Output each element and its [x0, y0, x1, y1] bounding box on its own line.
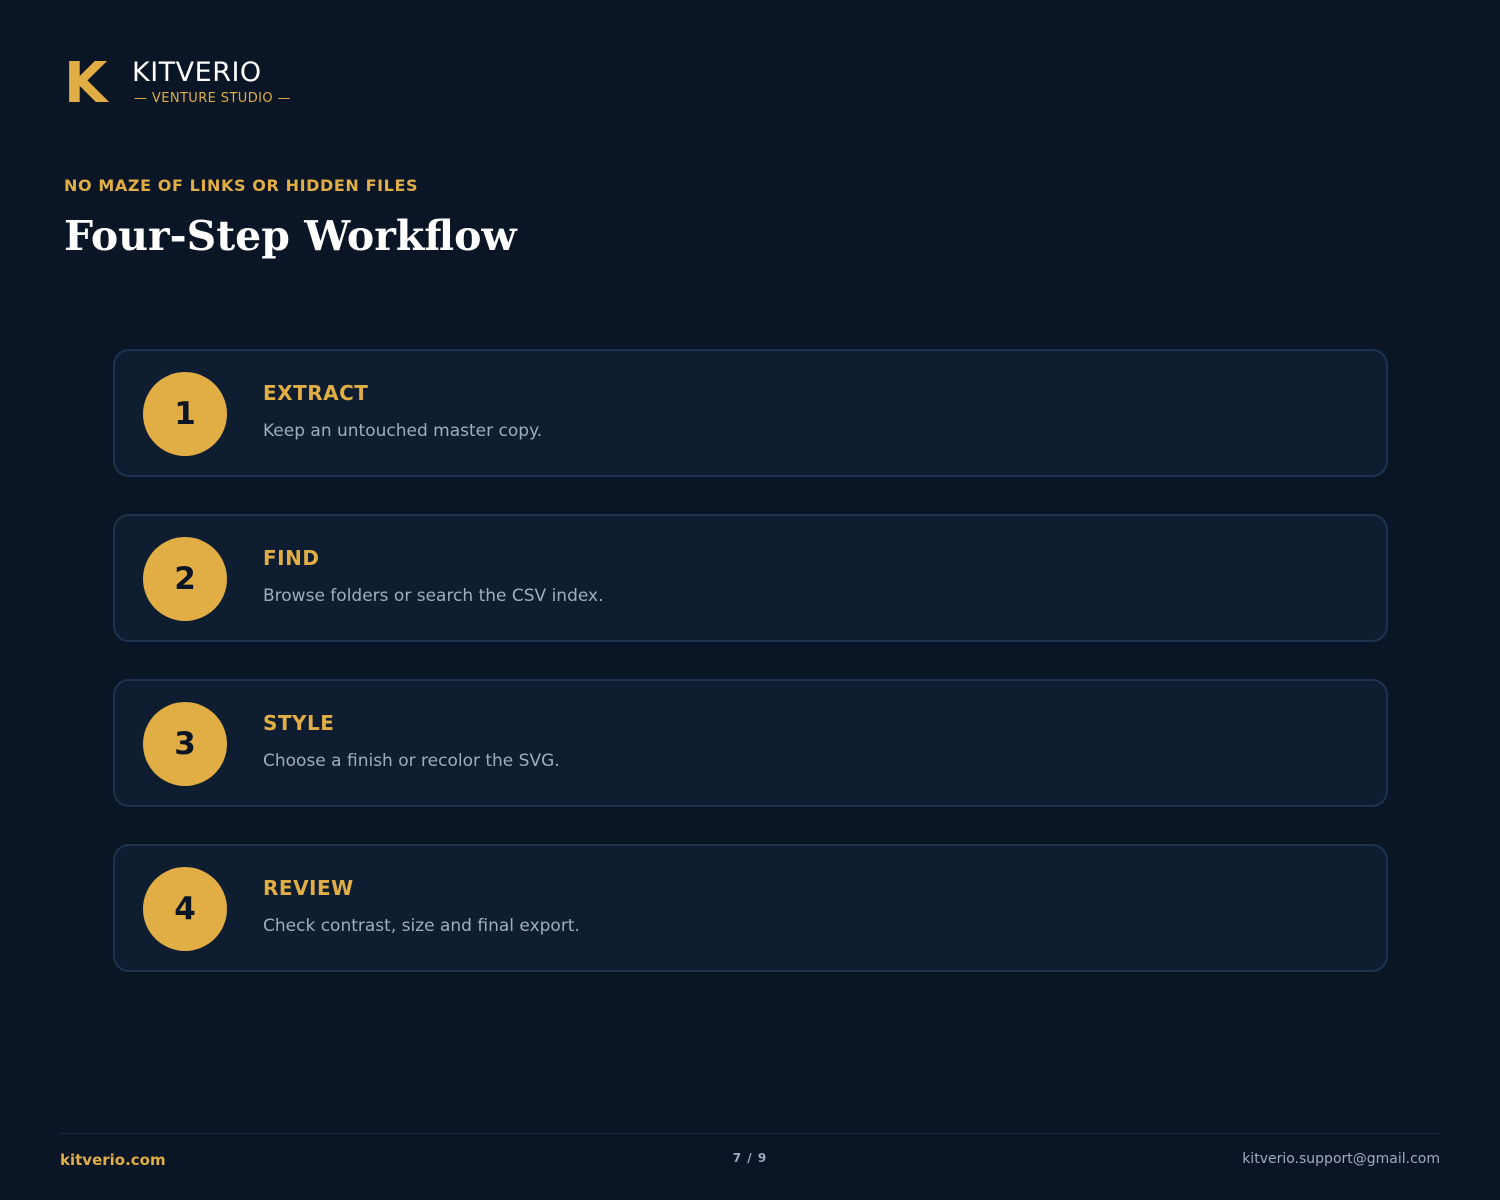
- step-title: FIND: [263, 546, 320, 570]
- step-number-badge: 3: [143, 702, 227, 786]
- step-card-4: 4 REVIEW Check contrast, size and final …: [113, 844, 1388, 972]
- step-description: Check contrast, size and final export.: [263, 916, 580, 936]
- footer-divider: [60, 1133, 1440, 1134]
- step-title: EXTRACT: [263, 381, 369, 405]
- step-number-badge: 4: [143, 867, 227, 951]
- brand-tagline: — VENTURE STUDIO —: [134, 91, 291, 106]
- footer-email-link[interactable]: kitverio.support@gmail.com: [1242, 1151, 1440, 1167]
- step-description: Keep an untouched master copy.: [263, 421, 543, 441]
- step-title: REVIEW: [263, 876, 354, 900]
- logo-text: KITVERIO — VENTURE STUDIO —: [132, 56, 291, 108]
- step-number-badge: 2: [143, 537, 227, 621]
- step-number-badge: 1: [143, 372, 227, 456]
- logo-k-icon: K: [64, 51, 108, 116]
- step-card-3: 3 STYLE Choose a finish or recolor the S…: [113, 679, 1388, 807]
- brand-logo: K KITVERIO — VENTURE STUDIO —: [64, 56, 291, 112]
- brand-name: KITVERIO: [132, 57, 262, 88]
- step-description: Choose a finish or recolor the SVG.: [263, 751, 560, 771]
- steps-list: 1 EXTRACT Keep an untouched master copy.…: [113, 349, 1388, 1009]
- step-title: STYLE: [263, 711, 335, 735]
- eyebrow-text: NO MAZE OF LINKS OR HIDDEN FILES: [64, 176, 419, 195]
- page-title: Four-Step Workflow: [64, 212, 517, 260]
- step-card-2: 2 FIND Browse folders or search the CSV …: [113, 514, 1388, 642]
- step-description: Browse folders or search the CSV index.: [263, 586, 604, 606]
- step-card-1: 1 EXTRACT Keep an untouched master copy.: [113, 349, 1388, 477]
